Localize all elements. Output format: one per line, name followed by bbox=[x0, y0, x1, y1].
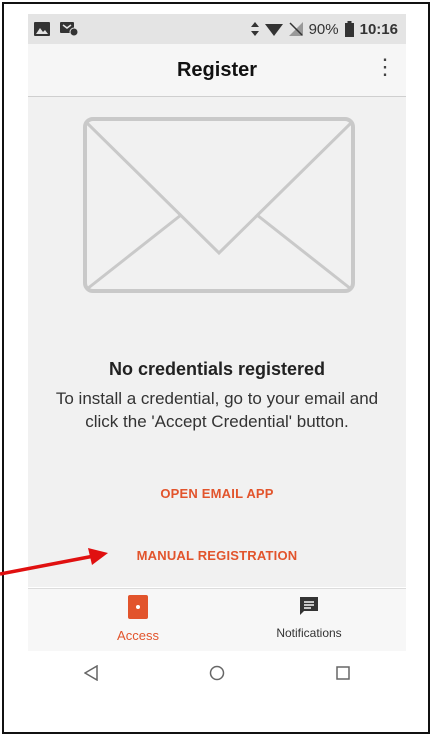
clock: 10:16 bbox=[359, 20, 398, 38]
envelope-icon bbox=[83, 117, 355, 293]
tab-access[interactable]: Access bbox=[83, 595, 193, 643]
chat-bubble-icon bbox=[300, 597, 318, 615]
bottom-navigation: Access Notifications bbox=[28, 588, 406, 652]
signal-icon bbox=[288, 22, 303, 36]
back-icon[interactable] bbox=[83, 665, 98, 681]
home-icon[interactable] bbox=[209, 665, 225, 681]
open-email-app-button[interactable]: OPEN EMAIL APP bbox=[28, 486, 406, 501]
page-title: Register bbox=[176, 58, 258, 81]
app-bar: Register ⋮ bbox=[28, 44, 406, 97]
tab-notifications-label: Notifications bbox=[276, 626, 342, 640]
wifi-icon bbox=[264, 24, 283, 36]
empty-state-description: To install a credential, go to your emai… bbox=[55, 389, 379, 431]
battery-percent: 90% bbox=[308, 20, 339, 38]
recents-icon[interactable] bbox=[336, 666, 351, 680]
data-arrows-icon bbox=[250, 22, 259, 36]
tab-notifications[interactable]: Notifications bbox=[254, 595, 364, 640]
annotation-arrow bbox=[0, 548, 108, 576]
message-notification-icon bbox=[60, 22, 78, 36]
door-icon bbox=[128, 595, 148, 619]
tab-access-label: Access bbox=[117, 628, 159, 643]
image-notification-icon bbox=[34, 22, 50, 36]
system-nav-bar bbox=[28, 651, 406, 695]
status-bar: 90% 10:16 bbox=[28, 14, 406, 44]
empty-state-title: No credentials registered bbox=[108, 359, 326, 379]
empty-state-panel: No credentials registered To install a c… bbox=[28, 97, 406, 587]
battery-icon bbox=[344, 21, 354, 37]
more-vert-icon[interactable]: ⋮ bbox=[374, 56, 396, 78]
